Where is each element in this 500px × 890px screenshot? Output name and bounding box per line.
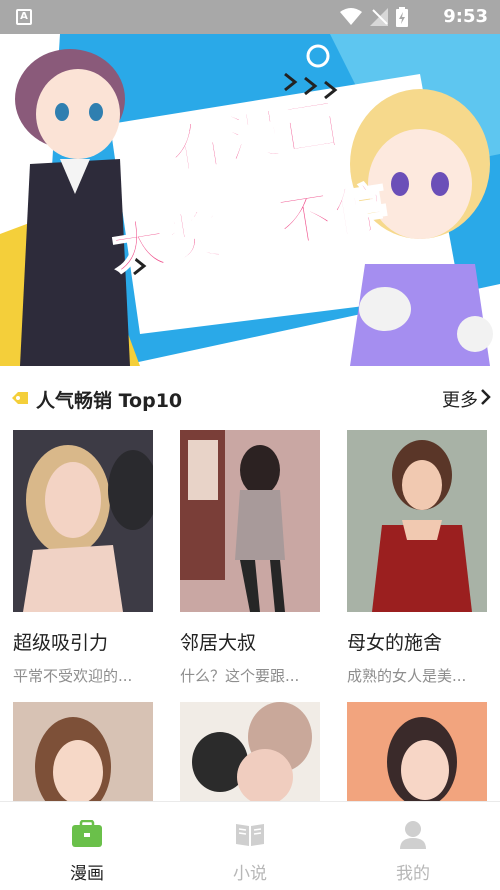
notification-a-icon: A [16,9,32,25]
status-time: 9:53 [443,6,488,27]
comic-title: 超级吸引力 [13,632,109,654]
comic-subtitle: 平常不受欢迎的... [13,667,133,685]
nav-item-manga[interactable]: 漫画 [4,802,170,890]
comic-card[interactable] [180,702,320,801]
status-icons [340,7,408,27]
manga-icon [72,820,102,847]
book-icon [236,824,264,846]
more-link[interactable]: 更多 [442,386,478,412]
comic-card[interactable] [347,702,487,801]
comic-card[interactable]: 邻居大叔 什么？这个要跟... [180,430,320,686]
comic-card[interactable] [13,702,153,801]
section-header: 人气畅销 Top10 更多 [0,376,500,420]
comic-cover-image [347,702,487,801]
nav-item-novel[interactable]: 小说 [167,802,333,890]
bottom-navigation: 漫画 小说 我的 [0,801,500,890]
status-bar: A 9:53 [0,0,500,34]
chevron-right-icon[interactable] [480,388,492,406]
comic-subtitle: 什么？这个要跟... [180,667,300,685]
comic-cover-image [180,430,320,612]
promo-banner[interactable]: 看漫画 大奖赚不停 [0,34,500,366]
comic-title: 母女的施舍 [347,632,443,654]
comic-card[interactable]: 母女的施舍 成熟的女人是美... [347,430,487,686]
comic-cover-image [180,702,320,801]
signal-icon [370,8,388,26]
comic-subtitle: 成熟的女人是美... [347,667,467,685]
battery-icon [396,7,408,27]
nav-label-manga: 漫画 [70,864,104,884]
comic-cover-image [347,430,487,612]
comic-card[interactable]: 超级吸引力 平常不受欢迎的... [13,430,153,686]
section-title: 人气畅销 Top10 [36,390,183,412]
comic-cover-image [13,702,153,801]
tag-icon [12,392,28,404]
comic-cover-image [13,430,153,612]
comic-title: 邻居大叔 [180,632,257,654]
wifi-icon [340,8,362,25]
nav-item-profile[interactable]: 我的 [330,802,496,890]
nav-label-profile: 我的 [396,864,430,884]
profile-icon [400,821,426,849]
nav-label-novel: 小说 [233,864,267,884]
